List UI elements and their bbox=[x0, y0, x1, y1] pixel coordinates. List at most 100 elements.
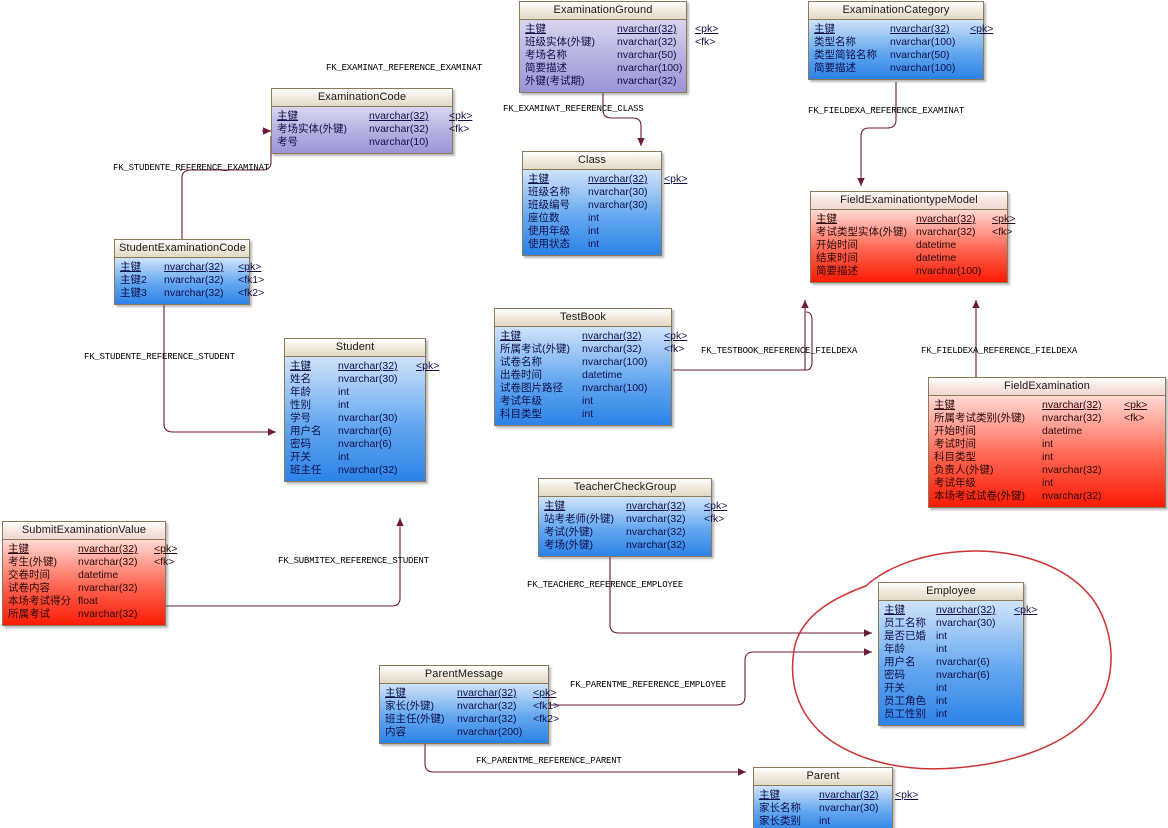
attribute-type: nvarchar(32) bbox=[916, 213, 976, 225]
link-studentexaminationcode-student bbox=[163, 296, 276, 436]
entity-attribute-row: 简要描述 nvarchar(100) bbox=[816, 265, 1002, 278]
attribute-key-badge: <pk> bbox=[704, 500, 728, 512]
entity-employee[interactable]: Employee 主键 nvarchar(32) <pk> 员工名称 nvarchar(3… bbox=[878, 582, 1037, 726]
relationship-label-r11: FK_PARENTME_REFERENCE_PARENT bbox=[476, 756, 622, 766]
entity-attribute-row: 主键 nvarchar(32) <pk> bbox=[814, 23, 993, 36]
entity-attribute-row: 主键 nvarchar(32) <pk> bbox=[120, 261, 261, 274]
entity-attribute-row: 主键 nvarchar(32) <pk> bbox=[816, 213, 1015, 226]
entity-examinationcategory[interactable]: ExaminationCategory 主键 nvarchar(32) <pk> 类型名… bbox=[808, 1, 993, 80]
attribute-type: nvarchar(50) bbox=[617, 49, 677, 61]
entity-attribute-row: 试卷图片路径 nvarchar(100) bbox=[500, 382, 666, 395]
attribute-name: 主键3 bbox=[120, 287, 147, 299]
entity-fieldexamination[interactable]: FieldExamination 主键 nvarchar(32) <pk> 所属考试类别… bbox=[928, 377, 1166, 508]
attribute-key-badge: <fk> bbox=[1124, 412, 1145, 424]
attribute-key-badge: <fk> bbox=[992, 226, 1013, 238]
attribute-name: 班级实体(外键) bbox=[525, 36, 595, 48]
entity-submitexaminationvalue[interactable]: SubmitExaminationValue 主键 nvarchar(32) <pk>… bbox=[2, 521, 177, 626]
entity-attribute-list: 主键 nvarchar(32) <pk> 班级名称 nvarchar(30) 班级编号 nv… bbox=[523, 170, 687, 255]
entity-attribute-row: 年龄 int bbox=[884, 643, 1018, 656]
attribute-name: 家长(外键) bbox=[385, 700, 434, 712]
entity-attribute-list: 主键 nvarchar(32) <pk> 家长名称 nvarchar(30) 家长类别 in… bbox=[754, 786, 918, 828]
attribute-type: datetime bbox=[78, 569, 119, 581]
entity-title: ExaminationCategory bbox=[809, 2, 983, 20]
attribute-name: 使用年级 bbox=[528, 225, 570, 237]
entity-teachercheckgroup[interactable]: TeacherCheckGroup 主键 nvarchar(32) <pk> 站考老师(… bbox=[538, 478, 727, 557]
entity-attribute-list: 主键 nvarchar(32) <pk> 类型名称 nvarchar(100) 类型简铭名… bbox=[809, 20, 993, 79]
entity-title: FieldExaminationtypeModel bbox=[811, 192, 1007, 210]
link-examinationcode-studentexaminationcode bbox=[181, 136, 272, 239]
entity-title: StudentExaminationCode bbox=[115, 240, 249, 258]
entity-attribute-row: 主键3 nvarchar(32) <fk2> bbox=[120, 287, 264, 300]
attribute-name: 家长名称 bbox=[759, 802, 801, 814]
entity-studentexaminationcode[interactable]: StudentExaminationCode 主键 nvarchar(32) <pk>… bbox=[114, 239, 264, 305]
attribute-name: 交卷时间 bbox=[8, 569, 50, 581]
entity-parentmessage[interactable]: ParentMessage 主键 nvarchar(32) <pk> 家长(外键) nva… bbox=[379, 665, 559, 744]
attribute-name: 是否已婚 bbox=[884, 630, 926, 642]
entity-attribute-row: 密码 nvarchar(6) bbox=[290, 438, 420, 451]
entity-attribute-row: 班级实体(外键) nvarchar(32) <fk> bbox=[525, 36, 715, 49]
entity-attribute-list: 主键 nvarchar(32) <pk> 考场实体(外键) nvarchar(32) <f… bbox=[272, 107, 472, 153]
attribute-name: 所属考试类别(外键) bbox=[934, 412, 1025, 424]
attribute-name: 所属考试 bbox=[8, 608, 50, 620]
entity-attribute-row: 考场(外键) nvarchar(32) bbox=[544, 539, 706, 552]
attribute-type: nvarchar(32) bbox=[78, 582, 138, 594]
entity-attribute-row: 简要描述 nvarchar(100) bbox=[814, 62, 978, 75]
entity-attribute-list: 主键 nvarchar(32) <pk> 站考老师(外键) nvarchar(32) <f… bbox=[539, 497, 727, 556]
attribute-type: float bbox=[78, 595, 98, 607]
entity-attribute-list: 主键 nvarchar(32) <pk> 所属考试(外键) nvarchar(32) <f… bbox=[495, 327, 687, 425]
attribute-type: int bbox=[1042, 477, 1054, 489]
attribute-type: datetime bbox=[582, 369, 623, 381]
attribute-name: 主键 bbox=[385, 687, 406, 699]
entity-parent[interactable]: Parent 主键 nvarchar(32) <pk> 家长名称 nvarchar(30)… bbox=[753, 767, 918, 828]
attribute-name: 考试年级 bbox=[934, 477, 976, 489]
entity-student[interactable]: Student 主键 nvarchar(32) <pk> 姓名 nvarchar(30) 年… bbox=[284, 338, 439, 482]
attribute-key-badge: <pk> bbox=[664, 173, 688, 185]
attribute-key-badge: <fk1> bbox=[238, 274, 265, 286]
link-testbook-fieldexaminationtypemodel bbox=[673, 311, 813, 371]
attribute-name: 本场考试得分 bbox=[8, 595, 71, 607]
attribute-type: nvarchar(32) bbox=[369, 110, 429, 122]
attribute-name: 考试年级 bbox=[500, 395, 542, 407]
attribute-type: nvarchar(200) bbox=[457, 726, 523, 738]
attribute-type: nvarchar(6) bbox=[936, 669, 990, 681]
attribute-name: 年龄 bbox=[290, 386, 311, 398]
entity-attribute-row: 性别 int bbox=[290, 399, 420, 412]
entity-attribute-row: 所属考试(外键) nvarchar(32) <fk> bbox=[500, 343, 684, 356]
attribute-name: 开关 bbox=[884, 682, 905, 694]
entity-title: TestBook bbox=[495, 309, 671, 327]
attribute-type: nvarchar(32) bbox=[626, 539, 686, 551]
entity-attribute-row: 年龄 int bbox=[290, 386, 420, 399]
attribute-type: datetime bbox=[916, 252, 957, 264]
attribute-name: 类型简铭名称 bbox=[814, 49, 877, 61]
attribute-type: nvarchar(6) bbox=[338, 438, 392, 450]
attribute-name: 开始时间 bbox=[934, 425, 976, 437]
entity-attribute-row: 考试年级 int bbox=[500, 395, 666, 408]
attribute-type: nvarchar(100) bbox=[582, 356, 648, 368]
attribute-type: nvarchar(30) bbox=[338, 373, 398, 385]
attribute-key-badge: <fk2> bbox=[533, 713, 560, 725]
attribute-key-badge: <pk> bbox=[533, 687, 557, 699]
attribute-type: int bbox=[936, 682, 948, 694]
entity-fieldexaminationtypemodel[interactable]: FieldExaminationtypeModel 主键 nvarchar(32) <… bbox=[810, 191, 1015, 283]
entity-testbook[interactable]: TestBook 主键 nvarchar(32) <pk> 所属考试(外键) nvarch… bbox=[494, 308, 687, 426]
relationship-label-r9: FK_TEACHERC_REFERENCE_EMPLOYEE bbox=[527, 580, 684, 590]
attribute-name: 开关 bbox=[290, 451, 311, 463]
attribute-key-badge: <pk> bbox=[154, 543, 178, 555]
attribute-type: int bbox=[588, 238, 600, 250]
attribute-name: 科目类型 bbox=[500, 408, 542, 420]
attribute-key-badge: <pk> bbox=[695, 23, 719, 35]
entity-class[interactable]: Class 主键 nvarchar(32) <pk> 班级名称 nvarchar(30) 班… bbox=[522, 151, 687, 256]
attribute-name: 考场实体(外键) bbox=[277, 123, 347, 135]
entity-attribute-row: 主键 nvarchar(32) <pk> bbox=[525, 23, 718, 36]
entity-examinationcode[interactable]: ExaminationCode 主键 nvarchar(32) <pk> 考场实体(外键… bbox=[271, 88, 472, 154]
attribute-type: datetime bbox=[1042, 425, 1083, 437]
attribute-type: nvarchar(30) bbox=[819, 802, 879, 814]
attribute-type: nvarchar(32) bbox=[164, 287, 224, 299]
entity-examinationground[interactable]: ExaminationGround 主键 nvarchar(32) <pk> 班级实体(… bbox=[519, 1, 718, 93]
attribute-name: 主键 bbox=[814, 23, 835, 35]
entity-attribute-row: 考号 nvarchar(10) bbox=[277, 136, 447, 149]
attribute-type: nvarchar(32) bbox=[1042, 464, 1102, 476]
attribute-name: 考号 bbox=[277, 136, 298, 148]
attribute-name: 主键 bbox=[544, 500, 565, 512]
entity-title: FieldExamination bbox=[929, 378, 1165, 396]
